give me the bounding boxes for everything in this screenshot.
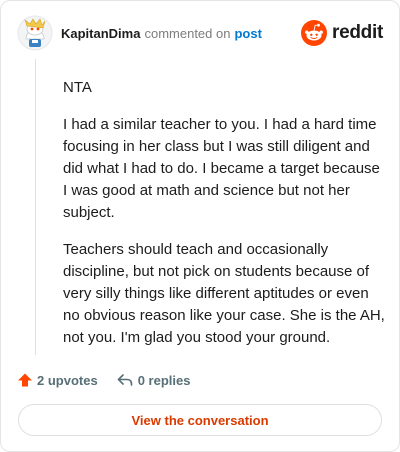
reply-arrow-icon xyxy=(117,374,132,386)
replies-stat[interactable]: 0 replies xyxy=(116,372,191,388)
username-link[interactable]: KapitanDima xyxy=(61,26,140,41)
comment-body: NTA I had a similar teacher to you. I ha… xyxy=(63,77,387,364)
comment-paragraph: NTA xyxy=(63,79,92,96)
reddit-snoo-icon xyxy=(301,20,328,46)
thread-line xyxy=(35,59,36,355)
comment-embed-card: KapitanDima commented on post reddit NTA I… xyxy=(0,0,400,452)
reddit-logo[interactable]: reddit xyxy=(300,19,383,47)
comment-meta: KapitanDima commented on post xyxy=(61,26,262,41)
post-link[interactable]: post xyxy=(234,26,261,41)
reddit-wordmark: reddit xyxy=(332,22,383,43)
comment-paragraph: Teachers should teach and occasionally d… xyxy=(63,241,385,346)
view-conversation-button[interactable]: View the conversation xyxy=(18,404,382,436)
upvote-arrow-icon xyxy=(18,373,32,387)
user-avatar[interactable] xyxy=(17,15,53,51)
upvotes-count: 2 upvotes xyxy=(37,372,98,388)
replies-count: 0 replies xyxy=(137,372,191,388)
comment-footer: 2 upvotes 0 replies xyxy=(17,370,208,390)
action-text: commented on xyxy=(144,26,231,41)
upvotes-stat[interactable]: 2 upvotes xyxy=(17,372,98,388)
comment-paragraph: I had a similar teacher to you. I had a … xyxy=(63,116,380,221)
comment-header: KapitanDima commented on post reddit xyxy=(17,15,383,51)
